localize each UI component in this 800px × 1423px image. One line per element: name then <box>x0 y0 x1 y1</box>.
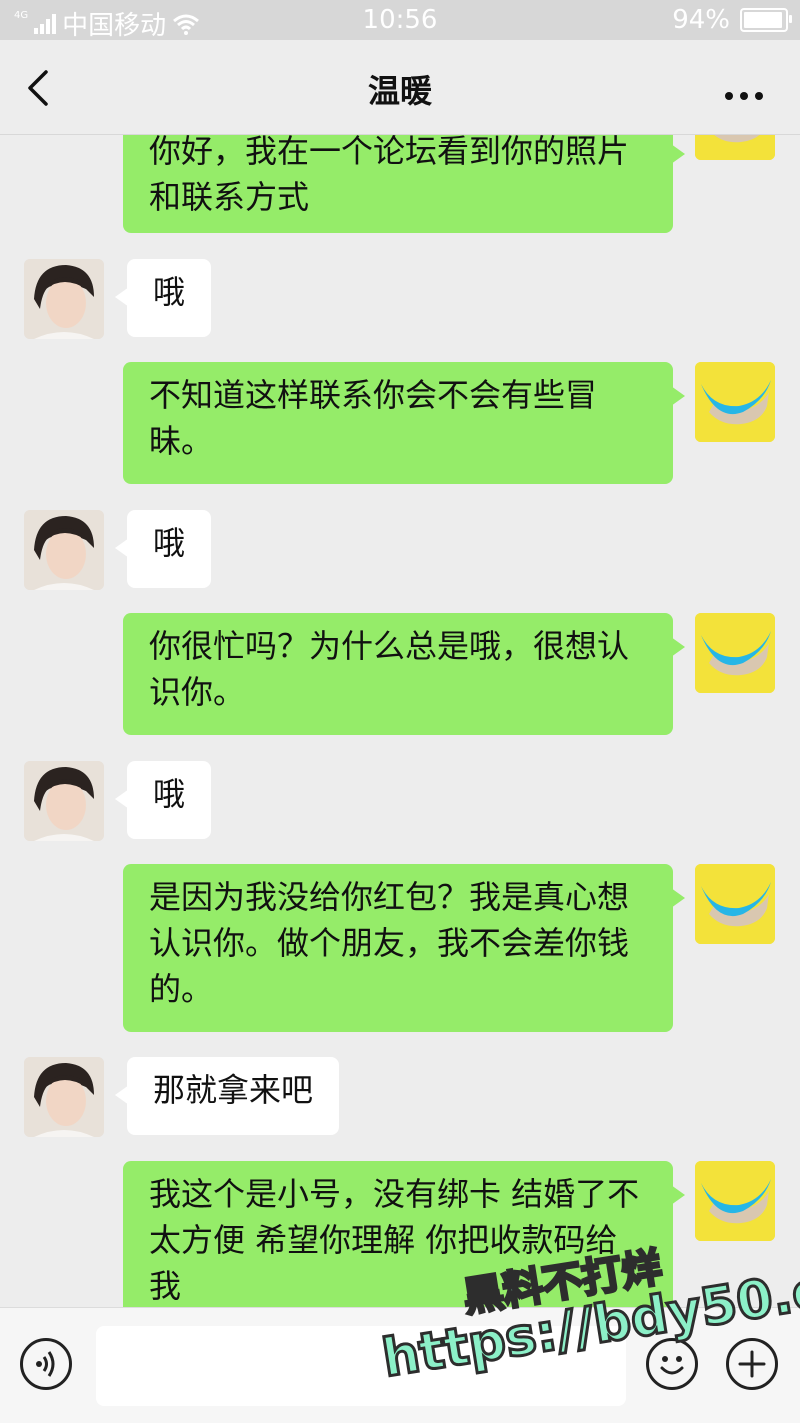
my-avatar[interactable] <box>695 1161 775 1241</box>
contact-message-bubble[interactable]: 哦 <box>114 259 212 337</box>
more-button[interactable] <box>724 74 764 109</box>
more-icon <box>725 92 763 100</box>
my-avatar[interactable] <box>695 362 775 442</box>
contact-message-bubble[interactable]: 那就拿来吧 <box>114 1057 340 1135</box>
status-right: 94% <box>672 5 792 35</box>
my-message-bubble[interactable]: 是因为我没给你红包？我是真心想认识你。做个朋友，我不会差你钱的。 <box>123 864 685 1032</box>
status-bar: 4G 中国移动 10:56 94% <box>0 0 800 41</box>
message-text: 哦 <box>153 273 186 311</box>
message-text: 哦 <box>153 524 186 562</box>
plus-button[interactable] <box>726 1338 778 1390</box>
emoji-icon <box>660 1356 684 1375</box>
my-message-bubble[interactable]: 不知道这样联系你会不会有些冒昧。 <box>123 362 685 484</box>
my-avatar[interactable] <box>695 613 775 693</box>
contact-avatar[interactable] <box>24 510 104 590</box>
my-message-bubble[interactable]: 你好，我在一个论坛看到你的照片和联系方式 <box>123 135 685 233</box>
message-text: 哦 <box>153 775 186 813</box>
message-text: 那就拿来吧 <box>153 1071 314 1109</box>
voice-icon <box>36 1351 55 1377</box>
banana-avatar-icon <box>695 613 775 693</box>
contact-photo-icon <box>24 259 104 339</box>
contact-photo-icon <box>24 510 104 590</box>
contact-photo-icon <box>24 761 104 841</box>
message-text: 是因为我没给你红包？我是真心想认识你。做个朋友，我不会差你钱的。 <box>149 878 630 1008</box>
contact-avatar[interactable] <box>24 1057 104 1137</box>
battery-icon <box>740 8 792 32</box>
contact-avatar[interactable] <box>24 259 104 339</box>
voice-button[interactable] <box>20 1338 72 1390</box>
message-text: 不知道这样联系你会不会有些冒昧。 <box>149 376 598 460</box>
battery-percent: 94% <box>672 5 730 35</box>
message-text: 你好，我在一个论坛看到你的照片和联系方式 <box>149 135 630 216</box>
my-message-bubble[interactable]: 你很忙吗？为什么总是哦，很想认识你。 <box>123 613 685 735</box>
chat-title: 温暖 <box>367 72 432 110</box>
banana-avatar-icon <box>695 362 775 442</box>
my-avatar[interactable] <box>695 864 775 944</box>
contact-avatar[interactable] <box>24 761 104 841</box>
banana-avatar-icon <box>695 1161 775 1241</box>
message-list[interactable]: 你好，我在一个论坛看到你的照片和联系方式 哦 不知道这样联系你会不会有些冒昧。 … <box>0 135 800 1307</box>
chat-header: 温暖 <box>0 40 800 135</box>
contact-photo-icon <box>24 1057 104 1137</box>
banana-avatar-icon <box>695 135 775 160</box>
contact-message-bubble[interactable]: 哦 <box>114 510 212 588</box>
plus-icon <box>738 1350 766 1378</box>
message-text: 你很忙吗？为什么总是哦，很想认识你。 <box>149 627 630 711</box>
my-avatar[interactable] <box>695 135 775 160</box>
contact-message-bubble[interactable]: 哦 <box>114 761 212 839</box>
banana-avatar-icon <box>695 864 775 944</box>
